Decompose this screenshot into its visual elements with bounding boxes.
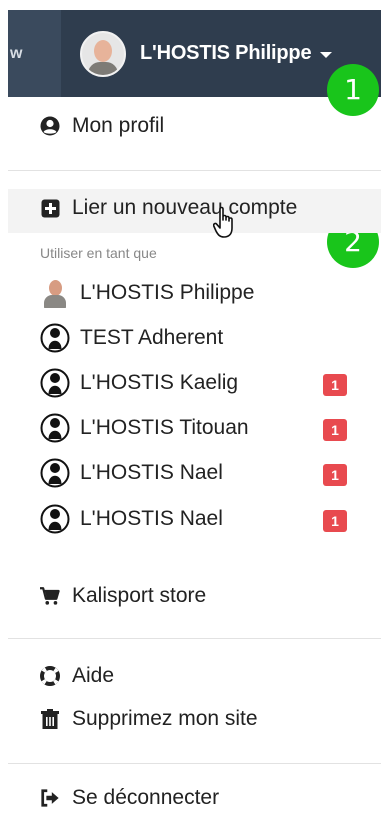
notification-badge: 1: [323, 419, 347, 441]
notification-badge: 1: [323, 464, 347, 486]
account-name: L'HOSTIS Kaelig: [80, 371, 239, 394]
user-circle-icon: [40, 116, 60, 136]
menu-item-store[interactable]: Kalisport store: [40, 584, 206, 608]
menu-item-profile[interactable]: Mon profil: [40, 114, 164, 138]
notification-badge: 1: [323, 374, 347, 396]
divider: [8, 638, 381, 639]
shopping-cart-icon: [40, 586, 60, 606]
account-item[interactable]: L'HOSTIS Kaelig: [40, 368, 238, 398]
menu-item-label: Mon profil: [72, 114, 165, 137]
avatar: [40, 278, 70, 308]
account-item[interactable]: L'HOSTIS Titouan: [40, 413, 249, 443]
account-name: L'HOSTIS Nael: [80, 507, 223, 530]
top-navbar: w L'HOSTIS Philippe: [8, 10, 381, 97]
account-item[interactable]: L'HOSTIS Nael: [40, 504, 223, 534]
menu-item-delete-site[interactable]: Supprimez mon site: [40, 707, 258, 731]
nav-item-partial[interactable]: w: [8, 10, 61, 97]
menu-item-label: Lier un nouveau compte: [72, 196, 298, 219]
life-ring-icon: [40, 666, 60, 686]
user-silhouette-icon: [40, 368, 70, 398]
trash-icon: [40, 709, 60, 729]
user-silhouette-icon: [40, 504, 70, 534]
menu-item-label: Supprimez mon site: [72, 707, 258, 730]
section-label-use-as: Utiliser en tant que: [40, 245, 157, 261]
user-dropdown-toggle[interactable]: L'HOSTIS Philippe: [80, 10, 333, 97]
caret-down-icon: [320, 52, 333, 58]
account-name: L'HOSTIS Philippe: [80, 281, 255, 304]
notification-badge: 1: [323, 510, 347, 532]
sign-out-icon: [40, 788, 60, 808]
account-name: L'HOSTIS Titouan: [80, 416, 249, 439]
hand-cursor-icon: [212, 206, 241, 245]
account-name: TEST Adherent: [80, 326, 224, 349]
user-silhouette-icon: [40, 458, 70, 488]
menu-item-label: Se déconnecter: [72, 786, 220, 809]
user-name: L'HOSTIS Philippe: [140, 42, 312, 64]
menu-item-label: Aide: [72, 664, 115, 687]
account-item[interactable]: L'HOSTIS Philippe: [40, 278, 254, 308]
account-item[interactable]: L'HOSTIS Nael: [40, 458, 223, 488]
menu-item-label: Kalisport store: [72, 584, 207, 607]
divider: [8, 763, 381, 764]
account-item[interactable]: TEST Adherent: [40, 323, 223, 353]
user-silhouette-icon: [40, 413, 70, 443]
menu-item-logout[interactable]: Se déconnecter: [40, 786, 219, 810]
menu-item-help[interactable]: Aide: [40, 664, 114, 688]
menu-item-link-account[interactable]: Lier un nouveau compte: [40, 196, 297, 220]
avatar: [80, 30, 126, 77]
plus-square-icon: [40, 198, 60, 218]
step-badge-1: 1: [327, 64, 379, 116]
account-name: L'HOSTIS Nael: [80, 461, 223, 484]
divider: [8, 170, 381, 171]
user-silhouette-icon: [40, 323, 70, 353]
